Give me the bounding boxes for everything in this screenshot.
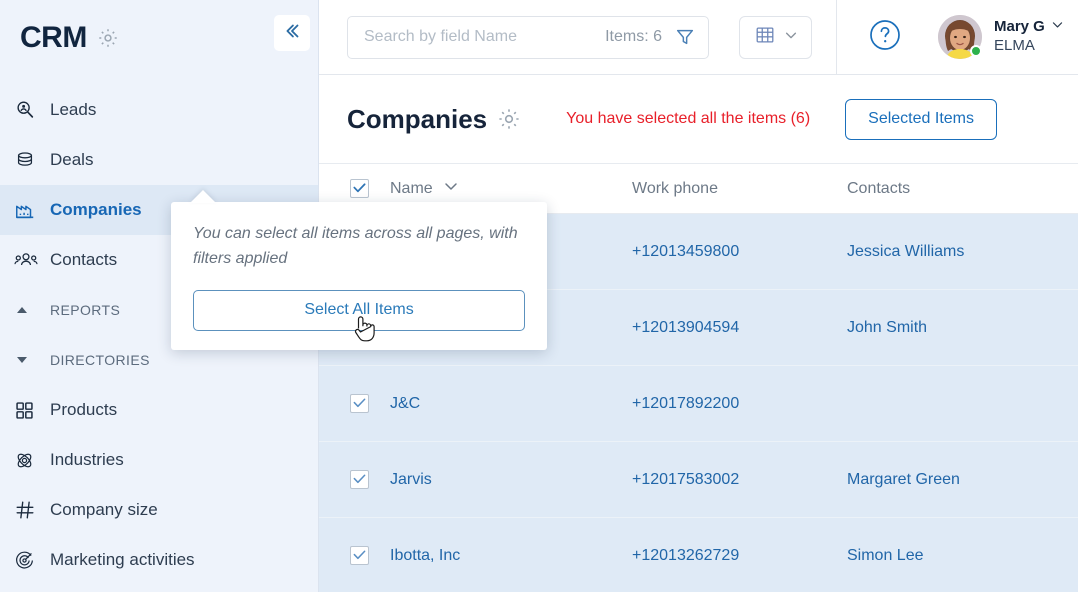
people-icon [14,249,44,271]
sidebar-item-label: Products [50,400,118,419]
sidebar-section-label: DIRECTORIES [50,352,150,368]
chevron-double-left-icon [281,20,303,47]
table-row[interactable]: Ibotta, Inc +12013262729 Simon Lee [319,518,1078,592]
help-button[interactable] [868,18,902,57]
status-badge [970,45,982,57]
sidebar-item-label: Industries [50,450,124,469]
popup-arrow [190,190,216,203]
coins-stack-icon [14,149,44,171]
sidebar-item-label: Company size [50,500,158,519]
sidebar-item-label: Contacts [50,250,118,269]
column-header-label: Work phone [632,179,718,197]
cell-work-phone[interactable]: +12013904594 [632,319,847,337]
user-text: Mary G ELMA [994,18,1064,56]
cell-name[interactable]: Jarvis [390,471,632,489]
table-view-icon [754,24,776,51]
popup-message: You can select all items across all page… [193,225,518,267]
column-header-name[interactable]: Name [390,178,632,199]
row-select-cell[interactable] [319,546,390,565]
select-all-checkbox[interactable] [350,179,369,198]
sidebar-item-label: Companies [50,200,142,219]
page-title: Companies [347,103,488,134]
caret-up-icon [14,302,44,318]
sidebar-item-label: Deals [50,150,94,169]
select-all-header-cell[interactable] [319,179,390,198]
brand-row: CRM [0,0,318,75]
target-icon [14,550,44,571]
gear-icon[interactable] [97,27,119,49]
column-header-label: Contacts [847,179,911,197]
cell-work-phone[interactable]: +12017583002 [632,471,847,489]
funnel-icon[interactable] [674,26,696,48]
sidebar-item-label: Marketing activities [50,550,195,569]
question-circle-icon [868,18,902,57]
lead-search-icon [14,99,44,121]
table-row[interactable]: J&C +12017892200 [319,366,1078,442]
chevron-down-icon [784,28,798,47]
user-menu[interactable]: Mary G ELMA [938,15,1064,59]
search-input[interactable] [364,28,606,46]
gear-icon[interactable] [497,107,521,131]
grid-squares-icon [14,400,44,421]
sidebar-item-marketing-activities[interactable]: Marketing activities [0,535,318,585]
select-all-popup: You can select all items across all page… [171,202,547,350]
row-checkbox[interactable] [350,546,369,565]
row-checkbox[interactable] [350,470,369,489]
factory-icon [14,199,44,221]
selected-items-button[interactable]: Selected Items [845,98,997,140]
cell-name[interactable]: Ibotta, Inc [390,547,632,565]
search-box[interactable]: Items: 6 [347,15,709,59]
items-count-label: Items: 6 [605,28,662,45]
row-select-cell[interactable] [319,470,390,489]
column-header-label: Name [390,179,433,197]
cell-contacts[interactable]: John Smith [847,319,1078,337]
atom-icon [14,450,44,471]
cell-contacts[interactable]: Jessica Williams [847,243,1078,261]
cell-work-phone[interactable]: +12013262729 [632,547,847,565]
cell-work-phone[interactable]: +12013459800 [632,243,847,261]
user-name-row: Mary G [994,18,1064,37]
cell-contacts[interactable]: Simon Lee [847,547,1078,565]
sidebar-item-deals[interactable]: Deals [0,135,318,185]
sidebar-item-products[interactable]: Products [0,385,318,435]
user-org: ELMA [994,37,1035,54]
cell-name[interactable]: J&C [390,395,632,413]
sidebar-collapse-button[interactable] [274,15,310,51]
topbar-divider [836,0,837,75]
sidebar-item-industries[interactable]: Industries [0,435,318,485]
hash-icon [14,499,44,521]
column-header-contacts[interactable]: Contacts [847,180,1078,198]
row-select-cell[interactable] [319,394,390,413]
crm-application: CRM Leads Deals Companies Contacts REPOR… [0,0,1078,592]
view-mode-button[interactable] [739,15,812,59]
row-checkbox[interactable] [350,394,369,413]
app-logo-text: CRM [20,20,87,54]
avatar-wrap [938,15,982,59]
cell-work-phone[interactable]: +12017892200 [632,395,847,413]
sidebar-item-company-size[interactable]: Company size [0,485,318,535]
column-header-work-phone[interactable]: Work phone [632,180,847,198]
caret-down-icon [14,352,44,368]
top-bar: Items: 6 [319,0,1078,75]
sidebar-section-label: REPORTS [50,302,121,318]
selection-note: You have selected all the items (6) [566,110,811,127]
sidebar-item-leads[interactable]: Leads [0,85,318,135]
user-name: Mary G [994,18,1045,36]
sidebar-item-label: Leads [50,100,97,119]
chevron-down-icon [1051,18,1064,37]
page-header: Companies You have selected all the item… [319,75,1078,164]
cell-contacts[interactable]: Margaret Green [847,471,1078,489]
chevron-down-icon [443,178,459,199]
table-row[interactable]: Jarvis +12017583002 Margaret Green [319,442,1078,518]
select-all-items-button[interactable]: Select All Items [193,289,525,331]
